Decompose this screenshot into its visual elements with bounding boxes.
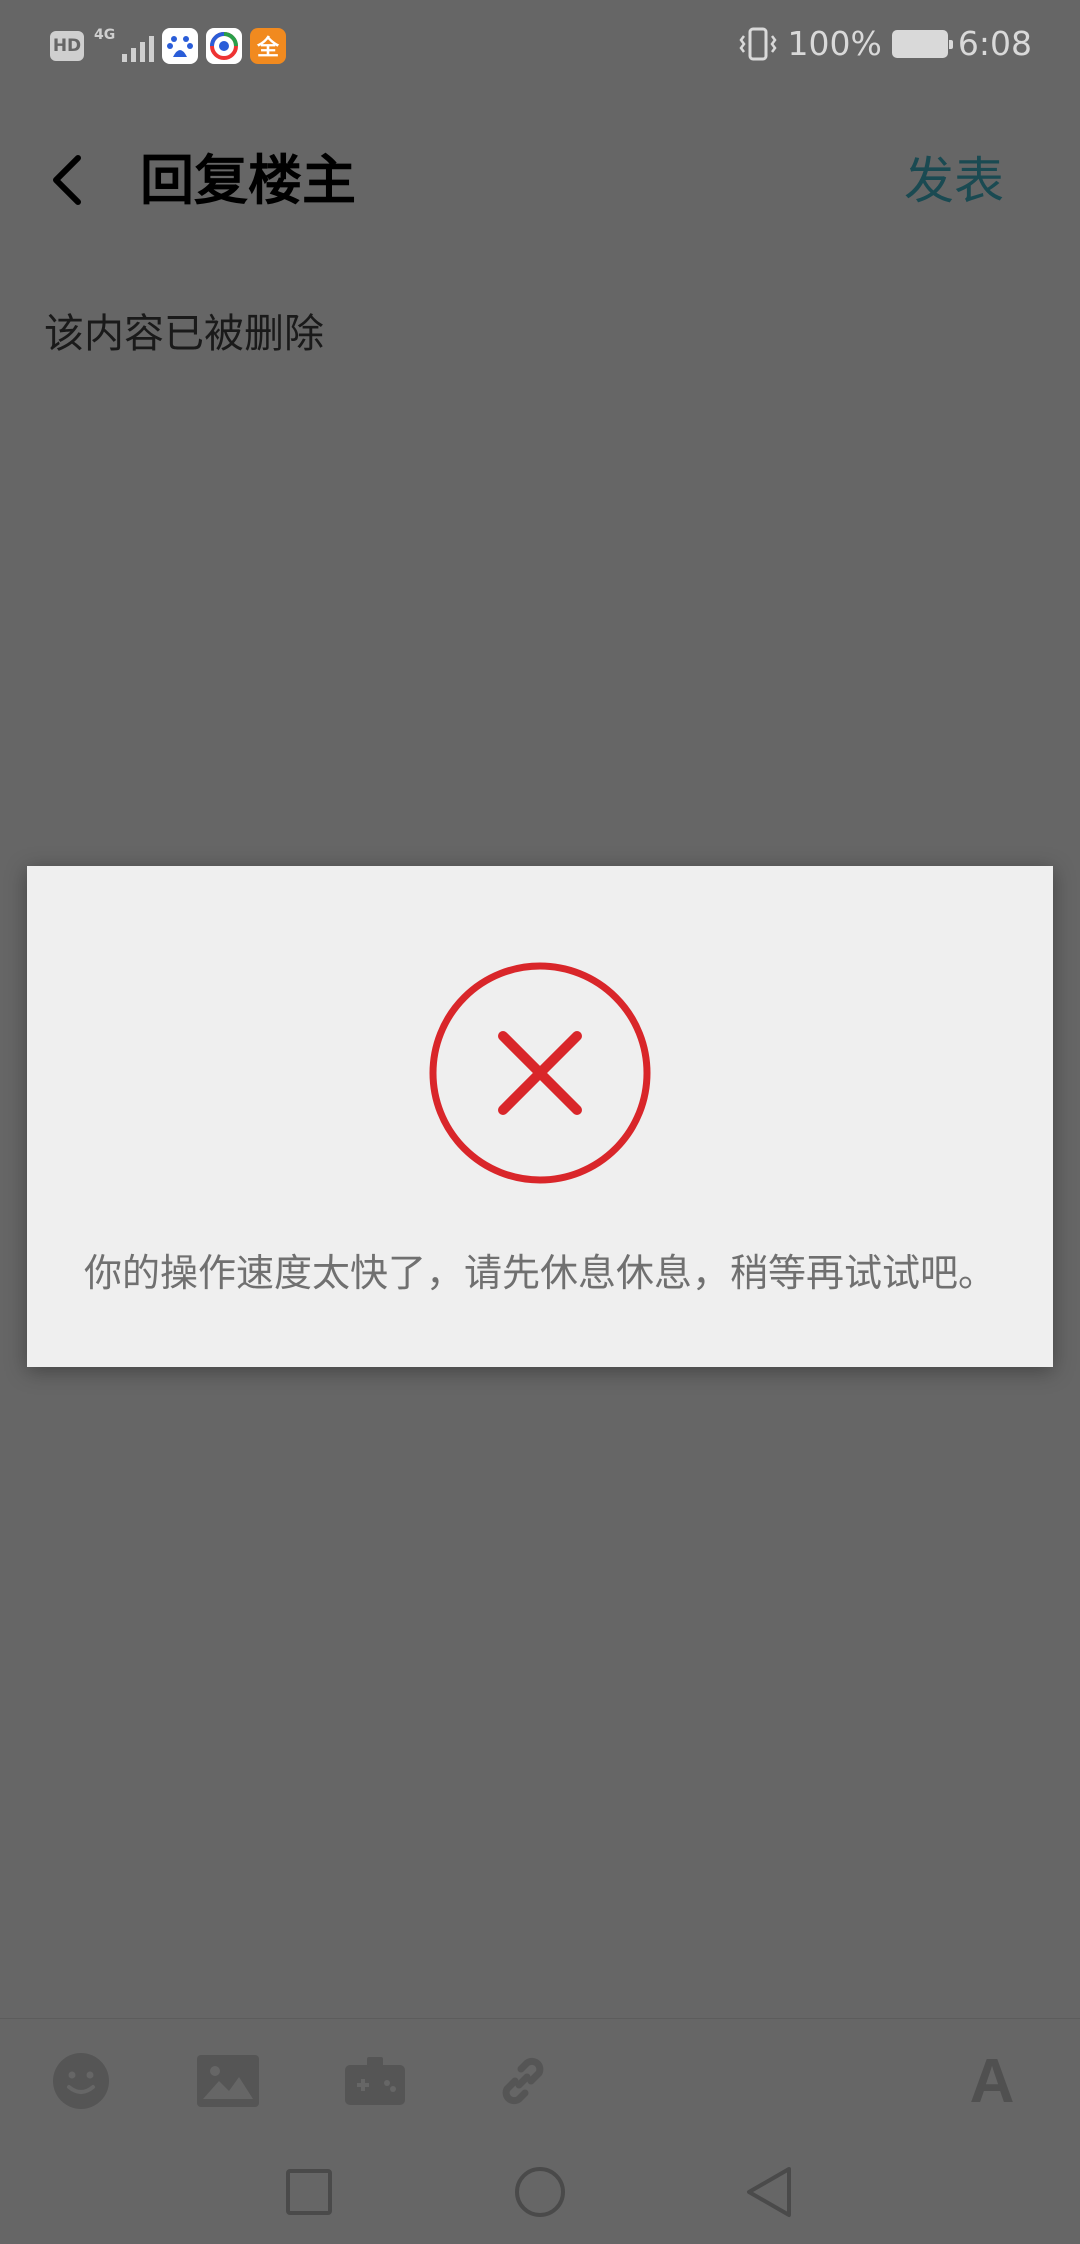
game-button[interactable] — [335, 2041, 415, 2121]
status-right: 100% 6:08 — [738, 24, 1032, 63]
error-x-icon — [429, 962, 651, 1184]
browser-icon — [206, 28, 242, 64]
clock: 6:08 — [957, 24, 1032, 63]
hd-badge: HD — [50, 31, 84, 61]
battery-percent: 100% — [787, 24, 882, 63]
screen: HD 4G 全 100% 6:08 回复楼主 发表 该内容已被删除 你的操作速度… — [0, 0, 1080, 2244]
quan-icon: 全 — [250, 28, 286, 64]
dialog-message: 你的操作速度太快了，请先休息休息，稍等再试试吧。 — [83, 1251, 996, 1295]
link-icon — [502, 2057, 544, 2105]
signal-icon: 4G — [92, 28, 154, 64]
error-dialog: 你的操作速度太快了，请先休息休息，稍等再试试吧。 — [27, 866, 1053, 1367]
header: 回复楼主 发表 — [0, 120, 1080, 240]
system-nav-bar — [0, 2140, 1080, 2244]
vibrate-icon — [738, 27, 777, 60]
network-type: 4G — [94, 27, 116, 43]
back-arrow-icon — [53, 155, 81, 205]
status-left: HD 4G 全 — [50, 28, 286, 64]
triangle-back-icon — [747, 2167, 791, 2217]
font-style-button[interactable]: A — [952, 2041, 1032, 2121]
recent-apps-button[interactable] — [269, 2152, 349, 2232]
emoji-button[interactable] — [41, 2041, 121, 2121]
status-bar: HD 4G 全 100% 6:08 — [0, 0, 1080, 100]
back-nav-button[interactable] — [729, 2152, 809, 2232]
square-icon — [286, 2169, 332, 2215]
publish-button[interactable]: 发表 — [904, 146, 1004, 216]
circle-icon — [515, 2167, 565, 2217]
link-button[interactable] — [483, 2041, 563, 2121]
game-icon — [345, 2057, 405, 2105]
image-button[interactable] — [188, 2041, 268, 2121]
back-button[interactable] — [38, 148, 98, 212]
image-icon — [197, 2055, 259, 2107]
battery-icon — [891, 29, 953, 58]
home-button[interactable] — [500, 2152, 580, 2232]
quan-icon-glyph: 全 — [256, 36, 279, 61]
page-title: 回复楼主 — [140, 149, 356, 212]
editor-toolbar: A — [0, 2018, 1080, 2140]
quoted-content: 该内容已被删除 — [44, 311, 324, 357]
baidu-icon — [162, 28, 198, 64]
emoji-icon — [53, 2053, 109, 2109]
